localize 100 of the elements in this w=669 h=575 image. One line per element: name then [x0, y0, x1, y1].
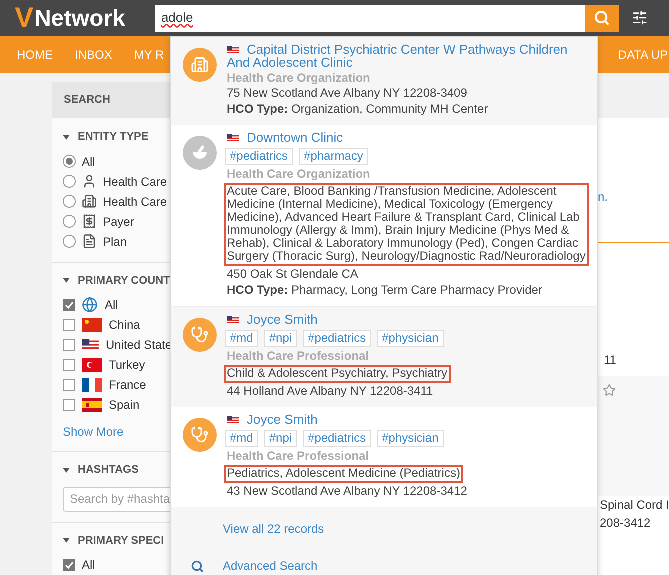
option-label: Health Care — [103, 174, 168, 190]
address-text: 450 Oak St Glendale CA — [227, 267, 358, 281]
address-text: 44 Holland Ave Albany NY 12208-3411 — [227, 384, 434, 398]
address-text: 43 New Scotland Ave Albany NY 12208-3412 — [227, 484, 468, 498]
checkbox[interactable] — [63, 559, 75, 571]
option-label: Turkey — [109, 357, 146, 374]
hospital-avatar-icon — [183, 48, 217, 82]
link-fragment[interactable]: n. — [598, 190, 608, 204]
hashtag-chip[interactable]: #physician — [377, 430, 444, 447]
advanced-search-link[interactable]: Advanced Search — [223, 560, 318, 573]
option-label: Plan — [103, 234, 128, 250]
checkbox[interactable] — [63, 339, 75, 351]
option-label: All — [82, 154, 96, 170]
text-fragment: 11 — [604, 353, 616, 367]
hco-type-label: HCO Type: — [227, 283, 288, 297]
caret-icon[interactable] — [63, 538, 70, 544]
option-label: Payer — [103, 214, 134, 230]
radio-button[interactable] — [63, 215, 76, 228]
specialty-highlight: Child & Adolescent Psychiatry, Psychiatry — [224, 365, 451, 383]
option-label: All — [105, 297, 118, 314]
document-icon — [82, 234, 97, 249]
hco-type-label: HCO Type: — [227, 102, 288, 116]
nav-link[interactable]: DATA UP — [618, 46, 668, 64]
hashtag-chip[interactable]: #npi — [264, 330, 298, 347]
result-item[interactable] — [171, 125, 597, 307]
result-name-link[interactable]: Capital District Psychiatric Center W Pathways Children And Adolescent Clinic — [227, 43, 589, 69]
section-title: HASHTAGS — [78, 463, 139, 478]
address-text: 75 New Scotland Ave Albany NY 12208-3409 — [227, 86, 468, 100]
result-name-link[interactable]: Joyce Smith — [227, 413, 589, 426]
flag-icon — [227, 316, 239, 325]
result-name-link[interactable]: Downtown Clinic — [227, 131, 589, 144]
mortar-avatar-icon — [183, 136, 217, 170]
flag-icon — [82, 318, 102, 332]
caret-icon[interactable] — [63, 278, 70, 284]
panel-title: SEARCH — [64, 92, 110, 108]
hashtag-chip[interactable]: #pediatrics — [225, 148, 294, 165]
hashtag-chip[interactable]: #npi — [264, 430, 298, 447]
settings-icon[interactable] — [632, 10, 648, 26]
checkbox[interactable] — [63, 359, 75, 371]
checkbox[interactable] — [63, 299, 75, 311]
nav-link[interactable]: MY R — [134, 46, 164, 64]
logo-mark: V — [15, 4, 34, 32]
option-label: Health Care — [103, 194, 168, 210]
search-icon — [594, 10, 610, 26]
person-icon — [82, 174, 97, 189]
section-title: PRIMARY SPECI — [78, 534, 164, 548]
entity-type-label: Health Care Organization — [227, 167, 370, 181]
hashtag-chip[interactable]: #pediatrics — [303, 330, 372, 347]
doctor-avatar-icon — [183, 318, 217, 352]
show-more-link[interactable]: Show More — [63, 425, 124, 439]
caret-icon[interactable] — [63, 468, 70, 473]
checkbox[interactable] — [63, 399, 75, 411]
flag-icon — [82, 378, 102, 392]
search-button[interactable] — [585, 4, 620, 32]
flag-icon — [227, 416, 239, 425]
hashtag-chip[interactable]: #md — [225, 330, 258, 347]
entity-type-label: Health Care Professional — [227, 349, 370, 363]
flag-icon — [82, 338, 99, 352]
globe-icon — [82, 297, 98, 313]
doctor-avatar-icon — [183, 418, 217, 452]
result-name-link[interactable]: Joyce Smith — [227, 313, 589, 326]
flag-icon — [227, 46, 239, 55]
search-icon — [191, 560, 204, 573]
result-item[interactable]: Joyce Smith #md #npi #pediatrics #physician Health Care Professional Child & Adolescent Psychiatry, Psychiatry 44 Holland Ave Albany NY 12208-3411 — [171, 307, 597, 407]
hashtag-search-field[interactable]: Search by #hashta — [63, 486, 172, 512]
specialty-highlight: Acute Care, Blood Banking /Transfusion Medicine, Adolescent Medicine (Internal Medicine), Medical Toxicology (Emergency Medicine), Advanced Heart Failure & Transplant Card, Clinical Lab Immunology (Allergy & Imm), Brain Injury Medicine (Phys Med & Rehab), Clinical & Laboratory Immunology (Ped), Congen Cardiac Surgery (Thoracic Surg), Neurology/Diagnostic Rad/Neuroradiology — [224, 183, 589, 266]
entity-type-label: Health Care Organization — [227, 71, 370, 85]
radio-button[interactable] — [63, 235, 76, 248]
option-label: France — [109, 377, 146, 394]
receipt-icon — [82, 214, 97, 229]
section-title: PRIMARY COUNT — [78, 274, 170, 288]
specialty-highlight: Pediatrics, Adolescent Medicine (Pediatrics) — [224, 465, 464, 483]
hashtag-chip[interactable]: #physician — [377, 330, 444, 347]
nav-link[interactable]: INBOX — [75, 46, 112, 64]
option-label: All — [82, 557, 96, 574]
hashtag-chip[interactable]: #md — [225, 430, 258, 447]
checkbox[interactable] — [63, 379, 75, 391]
option-label: Spain — [109, 397, 140, 414]
result-item[interactable]: Capital District Psychiatric Center W Pathways Children And Adolescent Clinic Health Care Organization 75 New Scotland Ave Albany NY 12208-3409 HCO Type: Organization, Community MH Center — [171, 37, 597, 125]
radio-button[interactable] — [63, 175, 76, 188]
checkbox[interactable] — [63, 319, 75, 331]
hashtag-chip[interactable]: #pharmacy — [299, 148, 368, 165]
building-icon — [82, 194, 97, 209]
view-all-link[interactable]: View all 22 records — [223, 522, 324, 536]
result-item[interactable]: Joyce Smith #md #npi #pediatrics #physician Health Care Professional Pediatrics, Adolescent Medicine (Pediatrics) 43 New Scotland Ave Albany NY 12208-3412 — [171, 407, 597, 507]
radio-button[interactable] — [63, 155, 76, 168]
star-icon[interactable] — [603, 384, 616, 397]
logo-text: Network — [34, 6, 126, 30]
hco-type-value: Pharmacy, Long Term Care Pharmacy Provider — [291, 283, 542, 297]
radio-button[interactable] — [63, 195, 76, 208]
nav-link[interactable]: HOME — [17, 46, 53, 64]
caret-icon[interactable] — [63, 134, 70, 140]
entity-type-label: Health Care Professional — [227, 449, 370, 463]
section-title: ENTITY TYPE — [78, 130, 149, 145]
option-label: China — [109, 317, 140, 334]
flag-icon — [82, 398, 102, 412]
flag-icon — [82, 358, 102, 372]
hashtag-chip[interactable]: #pediatrics — [303, 430, 372, 447]
flag-icon — [227, 134, 239, 143]
search-field[interactable]: adole — [155, 4, 586, 32]
